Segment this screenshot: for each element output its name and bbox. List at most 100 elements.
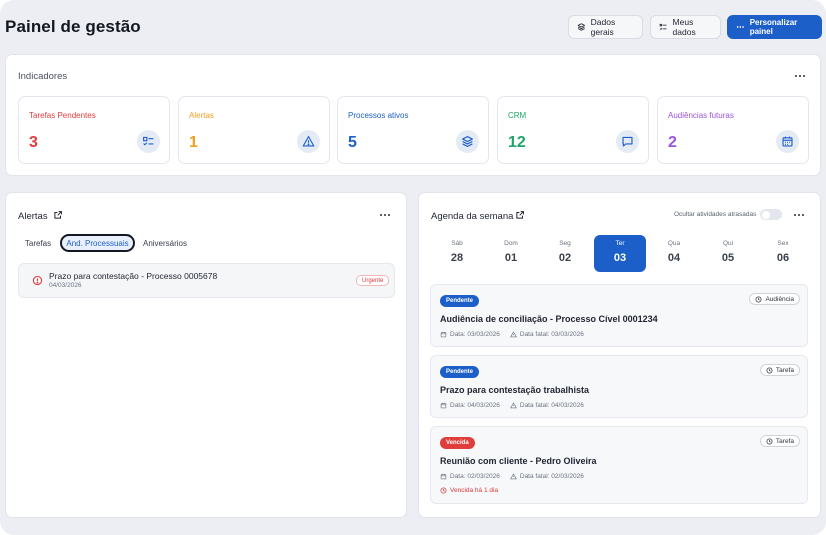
overdue-note: Vencida há 1 dia — [440, 487, 498, 494]
list-icon — [659, 23, 667, 30]
tab-tarefas[interactable]: Tarefas — [21, 234, 55, 252]
tab-aniversarios[interactable]: Aniversários — [141, 234, 189, 252]
clock-icon — [766, 438, 773, 444]
alerts-more-button[interactable] — [378, 210, 392, 220]
agenda-event[interactable]: Vencida Tarefa Reunião com cliente - Ped… — [430, 426, 808, 504]
external-link-icon[interactable] — [53, 210, 63, 220]
personalizar-painel-button[interactable]: Personalizar painel — [727, 15, 822, 39]
indicator-label: Alertas — [189, 111, 214, 120]
day-name: Dom — [504, 240, 518, 247]
indicator-label: CRM — [508, 111, 527, 120]
hide-overdue-toggle[interactable] — [760, 209, 782, 220]
day-name: Sáb — [451, 240, 463, 247]
indicator-value: 12 — [508, 134, 526, 151]
day-number: 28 — [450, 252, 464, 264]
page-title: Painel de gestão — [5, 17, 141, 36]
event-deadline: Data fatal: 02/03/2026 — [519, 473, 584, 480]
type-badge: Tarefa — [759, 435, 800, 447]
indicator-value: 3 — [29, 134, 38, 151]
event-deadline: Data fatal: 04/03/2026 — [519, 402, 584, 409]
day-dom[interactable]: Dom 01 — [485, 235, 537, 272]
calendar-icon — [776, 130, 799, 153]
meus-dados-button[interactable]: Meus dados — [650, 15, 721, 39]
indicator-alertas[interactable]: Alertas 1 — [178, 96, 330, 164]
alert-item[interactable]: Prazo para contestação - Processo 000567… — [18, 263, 395, 298]
calendar-icon — [440, 402, 447, 409]
event-meta: Data: 03/03/2026 Data fatal: 03/03/2026 — [440, 331, 584, 338]
dashboard-frame: Painel de gestão Dados gerais Meus dados… — [0, 0, 826, 535]
alert-circle-icon — [32, 275, 43, 286]
day-seg[interactable]: Seg 02 — [539, 235, 591, 272]
dados-gerais-button[interactable]: Dados gerais — [568, 15, 643, 39]
indicator-value: 5 — [348, 134, 357, 151]
message-icon — [616, 130, 639, 153]
day-name: Qua — [667, 240, 681, 247]
calendar-icon — [440, 473, 447, 480]
day-sex[interactable]: Sex 06 — [757, 235, 809, 272]
warning-icon — [297, 130, 320, 153]
indicator-label: Tarefas Pendentes — [29, 111, 96, 120]
day-sab[interactable]: Sáb 28 — [431, 235, 483, 272]
status-badge: Vencida — [440, 437, 475, 449]
external-link-icon[interactable] — [515, 210, 525, 220]
agenda-event[interactable]: Pendente Tarefa Prazo para contestação t… — [430, 355, 808, 418]
indicator-processos-ativos[interactable]: Processos ativos 5 — [337, 96, 489, 164]
agenda-event[interactable]: Pendente Audiência Audiência de concilia… — [430, 284, 808, 347]
day-number: 04 — [667, 252, 681, 264]
more-icon — [736, 26, 744, 28]
day-qua[interactable]: Qua 04 — [648, 235, 700, 272]
day-number: 03 — [613, 252, 627, 264]
indicator-label: Processos ativos — [348, 111, 409, 120]
indicator-tarefas-pendentes[interactable]: Tarefas Pendentes 3 — [18, 96, 170, 164]
clock-icon — [440, 487, 447, 494]
layers-icon — [577, 23, 585, 31]
event-meta: Data: 02/03/2026 Data fatal: 02/03/2026 — [440, 473, 584, 480]
indicator-audiencias-futuras[interactable]: Audiências futuras 2 — [657, 96, 809, 164]
type-label: Tarefa — [775, 366, 794, 374]
alert-title: Prazo para contestação - Processo 000567… — [49, 271, 218, 281]
day-number: 01 — [504, 252, 518, 264]
event-title: Reunião com cliente - Pedro Oliveira — [440, 456, 597, 466]
agenda-card: Agenda da semana Ocultar atividades atra… — [418, 192, 821, 518]
agenda-title: Agenda da semana — [431, 211, 514, 222]
indicator-crm[interactable]: CRM 12 — [497, 96, 649, 164]
indicators-more-button[interactable] — [793, 71, 807, 81]
type-label: Audiência — [765, 295, 794, 303]
clock-icon — [766, 367, 773, 373]
day-number: 02 — [558, 252, 572, 264]
warning-icon — [510, 331, 517, 338]
indicator-value: 2 — [668, 134, 677, 151]
event-date: Data: 03/03/2026 — [450, 331, 500, 338]
type-badge: Tarefa — [759, 364, 800, 376]
dados-gerais-label: Dados gerais — [590, 17, 616, 37]
warning-icon — [510, 473, 517, 480]
checklist-icon — [137, 130, 160, 153]
personalizar-label: Personalizar painel — [749, 18, 798, 36]
status-badge: Pendente — [440, 366, 480, 378]
calendar-icon — [440, 331, 447, 338]
day-name: Ter — [615, 240, 625, 247]
status-badge: Pendente — [440, 295, 480, 307]
event-meta: Data: 04/03/2026 Data fatal: 04/03/2026 — [440, 402, 584, 409]
day-name: Sex — [777, 240, 789, 247]
indicator-value: 1 — [189, 134, 198, 151]
hide-overdue-label: Ocultar atividades atrasadas — [674, 211, 757, 218]
agenda-more-button[interactable] — [792, 210, 806, 220]
alerts-card: Alertas Tarefas And. Processuais Anivers… — [5, 192, 407, 518]
type-label: Tarefa — [775, 437, 794, 445]
overdue-text: Vencida há 1 dia — [450, 487, 499, 494]
meus-dados-label: Meus dados — [672, 17, 696, 37]
clock-icon — [755, 296, 762, 302]
layers-icon — [456, 130, 479, 153]
day-name: Seg — [559, 240, 571, 247]
day-qui[interactable]: Qui 05 — [702, 235, 754, 272]
event-date: Data: 04/03/2026 — [450, 402, 500, 409]
urgent-badge: Urgente — [356, 275, 390, 286]
tab-and-processuais[interactable]: And. Processuais — [60, 234, 135, 252]
day-ter[interactable]: Ter 03 — [594, 235, 646, 272]
day-name: Qui — [722, 240, 734, 247]
type-badge: Audiência — [749, 293, 800, 305]
indicators-title: Indicadores — [18, 71, 68, 82]
alert-date: 04/03/2026 — [49, 282, 82, 289]
event-deadline: Data fatal: 03/03/2026 — [519, 331, 584, 338]
